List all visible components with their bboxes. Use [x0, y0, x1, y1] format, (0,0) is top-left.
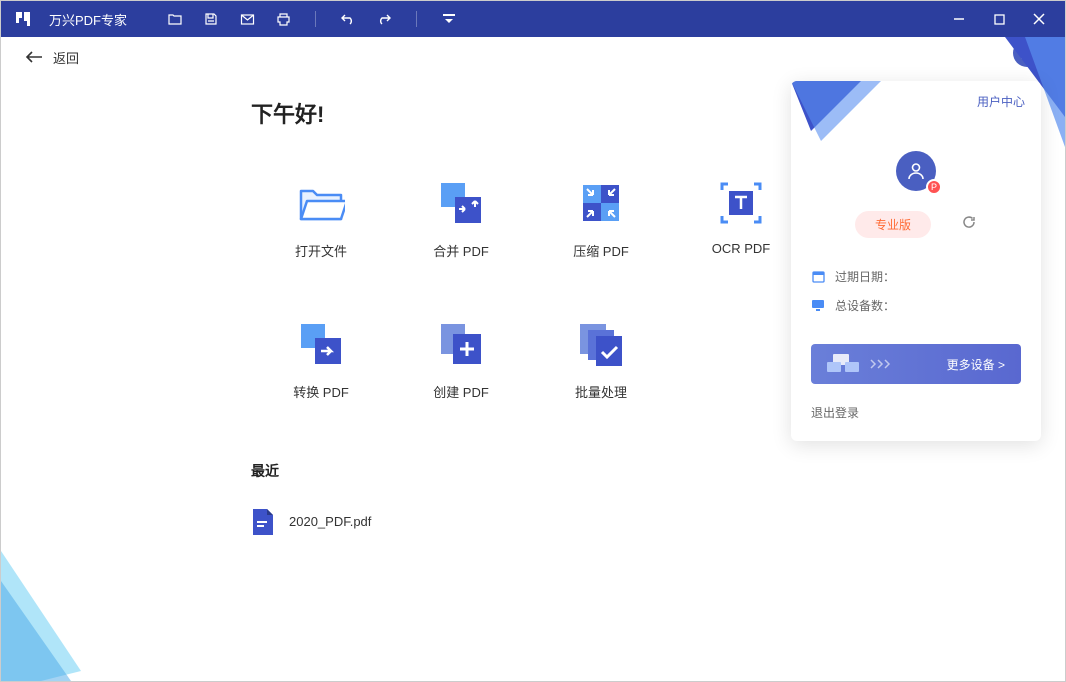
- redo-icon[interactable]: [376, 11, 392, 27]
- toolbar-separator: [416, 11, 417, 27]
- tile-label: 转换 PDF: [293, 382, 349, 401]
- logout-button[interactable]: 退出登录: [791, 384, 1041, 441]
- user-icon: [905, 160, 927, 182]
- expiry-row: 过期日期：: [811, 268, 1021, 285]
- convert-pdf-icon: [297, 320, 345, 368]
- refresh-icon: [961, 214, 977, 230]
- create-pdf-icon: [437, 320, 485, 368]
- more-devices-button[interactable]: 更多设备 >: [811, 344, 1021, 384]
- app-window: 万兴PDF专家: [0, 0, 1066, 682]
- open-folder-icon[interactable]: [167, 11, 183, 27]
- toolbar-separator: [315, 11, 316, 27]
- recent-file-item[interactable]: 2020_PDF.pdf: [251, 505, 1005, 537]
- arrow-left-icon: [25, 50, 43, 64]
- window-controls: [951, 11, 1055, 27]
- tile-compress-pdf[interactable]: 压缩 PDF: [531, 179, 671, 260]
- tile-label: 打开文件: [295, 241, 347, 260]
- minimize-button[interactable]: [951, 11, 967, 27]
- save-icon[interactable]: [203, 11, 219, 27]
- titlebar: 万兴PDF专家: [1, 1, 1065, 37]
- devices-icon: [827, 352, 859, 376]
- tile-batch-process[interactable]: 批量处理: [531, 320, 671, 401]
- user-menu-button[interactable]: [1013, 39, 1041, 67]
- mail-icon[interactable]: [239, 11, 255, 27]
- account-info: 过期日期： 总设备数：: [791, 238, 1041, 324]
- more-devices-label: 更多设备 >: [947, 356, 1005, 373]
- ocr-pdf-icon: [717, 179, 765, 227]
- maximize-button[interactable]: [991, 11, 1007, 27]
- user-center-panel: 用户中心 P 专业版 过期日期：: [791, 81, 1041, 441]
- tile-merge-pdf[interactable]: 合并 PDF: [391, 179, 531, 260]
- device-count-label: 总设备数：: [835, 297, 895, 314]
- tile-ocr-pdf[interactable]: OCR PDF: [671, 179, 811, 260]
- tile-label: 批量处理: [575, 382, 627, 401]
- dropdown-menu-icon[interactable]: [441, 11, 457, 27]
- print-icon[interactable]: [275, 11, 291, 27]
- user-avatar[interactable]: P: [896, 151, 936, 191]
- file-name: 2020_PDF.pdf: [289, 514, 371, 529]
- tile-create-pdf[interactable]: 创建 PDF: [391, 320, 531, 401]
- panel-header: 用户中心: [791, 81, 1041, 161]
- monitor-icon: [811, 299, 825, 313]
- app-title: 万兴PDF专家: [49, 10, 127, 29]
- tile-label: 合并 PDF: [433, 241, 489, 260]
- pdf-file-icon: [251, 509, 275, 533]
- tile-label: 压缩 PDF: [573, 241, 629, 260]
- app-logo-icon: [11, 7, 35, 31]
- back-button[interactable]: 返回: [25, 48, 79, 67]
- batch-process-icon: [577, 320, 625, 368]
- recent-header: 最近: [251, 461, 1005, 481]
- tile-convert-pdf[interactable]: 转换 PDF: [251, 320, 391, 401]
- user-center-link[interactable]: 用户中心: [977, 93, 1025, 110]
- refresh-button[interactable]: [961, 214, 977, 235]
- back-label: 返回: [53, 48, 79, 67]
- subheader: 返回: [1, 37, 1065, 77]
- user-icon: [1019, 45, 1035, 61]
- undo-icon[interactable]: [340, 11, 356, 27]
- plan-badge: P: [926, 179, 942, 195]
- calendar-icon: [811, 270, 825, 284]
- plan-pill[interactable]: 专业版: [855, 211, 931, 238]
- close-button[interactable]: [1031, 11, 1047, 27]
- plan-row: 专业版: [791, 211, 1041, 238]
- panel-decor-icon: [791, 81, 891, 151]
- device-count-row: 总设备数：: [811, 297, 1021, 314]
- tile-label: OCR PDF: [712, 241, 771, 256]
- chevrons-right-icon: [869, 358, 893, 370]
- toolbar-group: [167, 11, 457, 27]
- tile-label: 创建 PDF: [433, 382, 489, 401]
- merge-pdf-icon: [437, 179, 485, 227]
- tile-open-file[interactable]: 打开文件: [251, 179, 391, 260]
- expiry-label: 过期日期：: [835, 268, 895, 285]
- open-file-icon: [297, 179, 345, 227]
- compress-pdf-icon: [577, 179, 625, 227]
